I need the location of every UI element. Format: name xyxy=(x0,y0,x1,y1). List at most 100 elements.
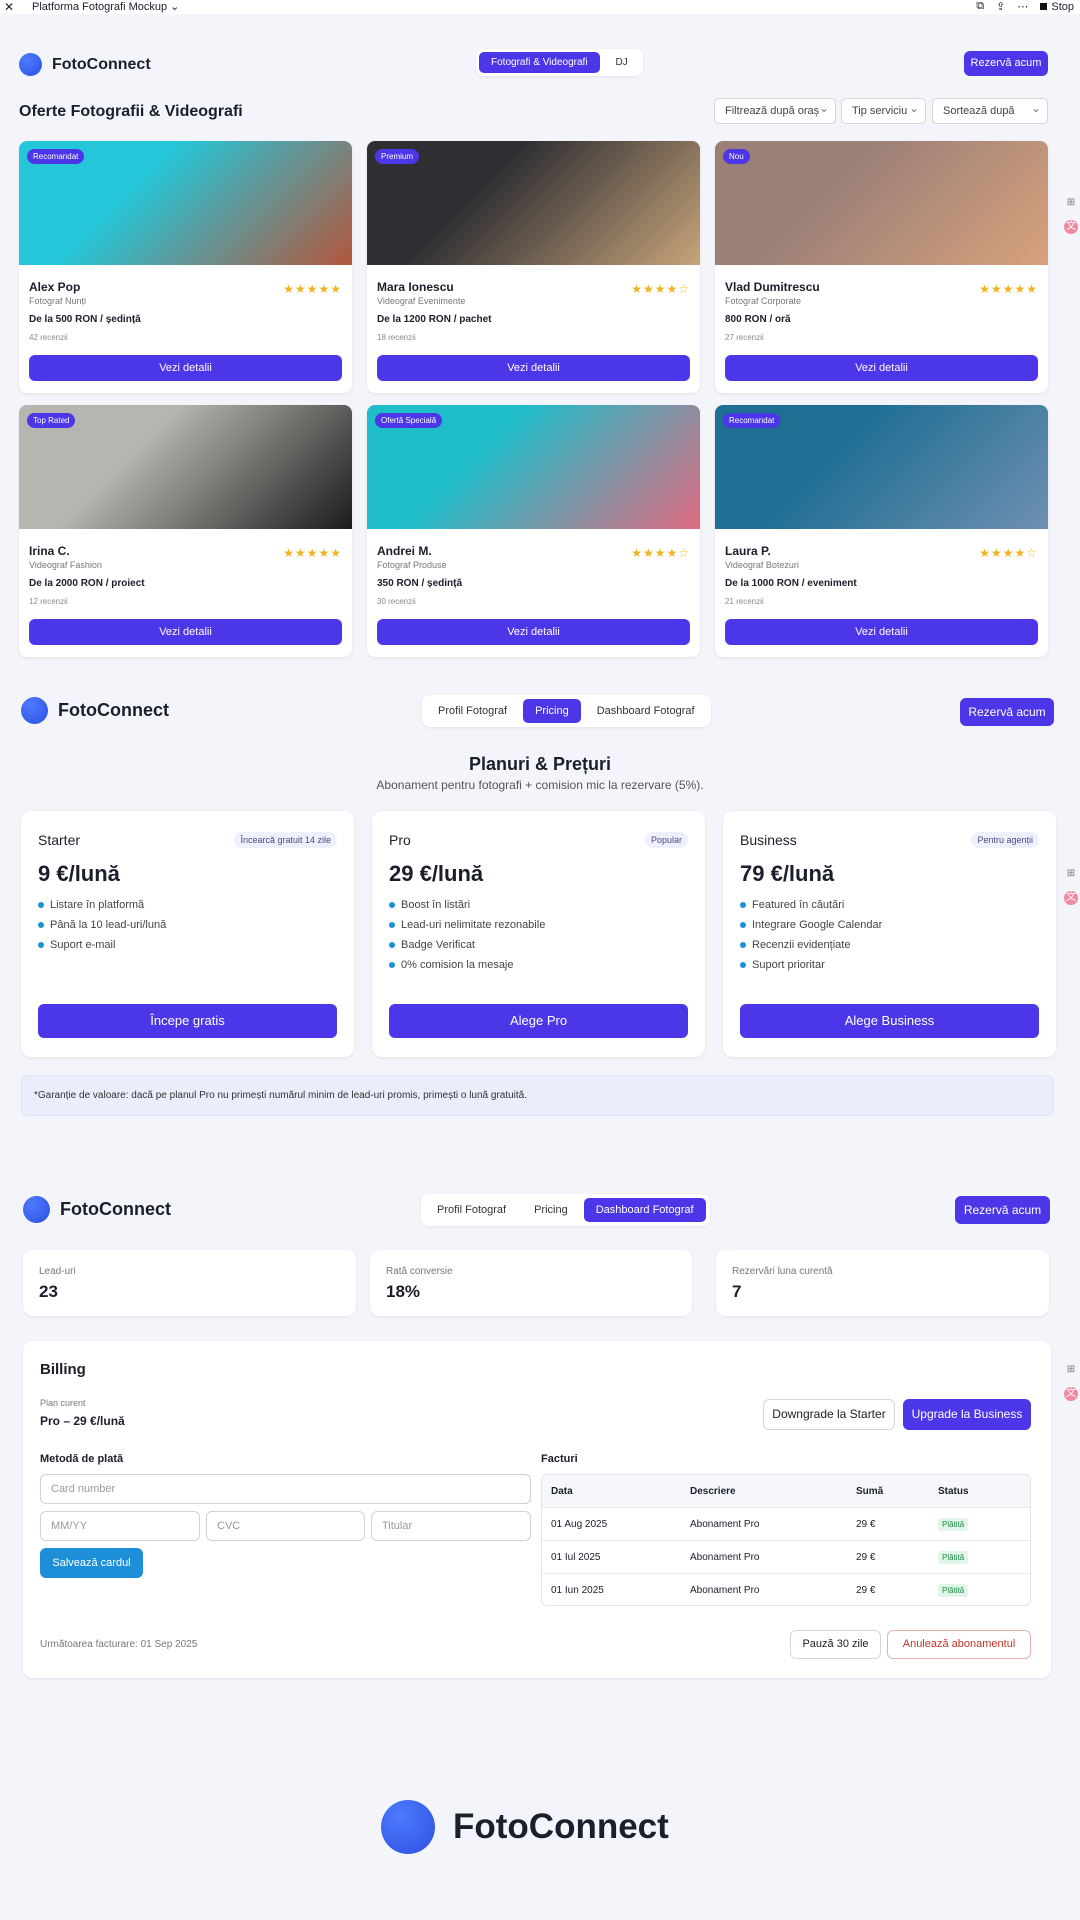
stat-label: Rezervări luna curentă xyxy=(732,1266,833,1277)
book-now-button[interactable]: Rezervă acum xyxy=(964,51,1048,76)
plan-price: 9 €/lună xyxy=(38,861,120,886)
close-icon[interactable]: ✕ xyxy=(4,0,14,14)
brand-logo[interactable]: FotoConnect xyxy=(19,53,151,76)
offer-card[interactable]: Recomandat Laura P. ★★★★☆ Videograf Botezur… xyxy=(715,405,1048,657)
view-details-button[interactable]: Vezi detalii xyxy=(29,355,342,381)
column-header: Descriere xyxy=(690,1486,736,1497)
table-cell: 01 Iun 2025 xyxy=(551,1585,604,1596)
view-details-button[interactable]: Vezi detalii xyxy=(725,619,1038,645)
offer-badge: Premium xyxy=(375,149,420,164)
offer-price: De la 1200 RON / pachet xyxy=(377,314,492,325)
plan-cta-button[interactable]: Alege Pro xyxy=(389,1004,688,1038)
save-card-button[interactable]: Salvează cardul xyxy=(40,1548,143,1578)
city-filter-select[interactable]: Filtrează după oraș xyxy=(714,96,836,124)
view-details-button[interactable]: Vezi detalii xyxy=(377,355,690,381)
translate-icon[interactable]: 文 xyxy=(1064,220,1078,234)
cvc-input[interactable]: CVC xyxy=(206,1511,365,1541)
share-icon[interactable]: ⇪ xyxy=(996,0,1005,13)
more-icon[interactable]: ⋯ xyxy=(1017,0,1028,13)
translate-icon[interactable]: 文 xyxy=(1064,1387,1078,1401)
tab-dj[interactable]: DJ xyxy=(604,52,640,73)
plan-feature: Boost în listări xyxy=(389,899,545,911)
logo-icon xyxy=(19,53,42,76)
tab-pricing[interactable]: Pricing xyxy=(523,699,581,723)
offer-card[interactable]: Premium Mara Ionescu ★★★★☆ Videograf Evenim… xyxy=(367,141,700,393)
sort-select[interactable]: Sortează după xyxy=(932,96,1048,124)
offer-photo[interactable] xyxy=(715,141,1048,265)
holder-input[interactable]: Titular xyxy=(371,1511,531,1541)
plan-cta-button[interactable]: Începe gratis xyxy=(38,1004,337,1038)
apps-icon[interactable]: ⊞ xyxy=(1064,1363,1078,1377)
tab-profile[interactable]: Profil Fotograf xyxy=(425,1198,518,1222)
view-details-button[interactable]: Vezi detalii xyxy=(725,355,1038,381)
copy-icon[interactable]: ⧉ xyxy=(976,0,984,13)
brand-name: FotoConnect xyxy=(52,55,151,73)
upgrade-button[interactable]: Upgrade la Business xyxy=(903,1399,1031,1430)
apps-icon[interactable]: ⊞ xyxy=(1064,867,1078,881)
plan-features: Listare în platformă Până la 10 lead-uri/… xyxy=(38,899,166,959)
offer-card[interactable]: Ofertă Specială Andrei M. ★★★★☆ Fotograf Pr… xyxy=(367,405,700,657)
offer-price: De la 2000 RON / proiect xyxy=(29,578,145,589)
rating-stars: ★★★★☆ xyxy=(631,546,690,560)
brand-name: FotoConnect xyxy=(453,1807,669,1846)
review-count: 12 recenzii xyxy=(29,597,68,606)
view-details-button[interactable]: Vezi detalii xyxy=(377,619,690,645)
pause-button[interactable]: Pauză 30 zile xyxy=(790,1630,881,1659)
plan-feature: Suport prioritar xyxy=(740,959,882,971)
photographer-name: Laura P. xyxy=(725,544,771,558)
invoices-table: Data Descriere Sumă Status 01 Aug 2025 Abonam… xyxy=(541,1474,1031,1606)
book-now-button[interactable]: Rezervă acum xyxy=(960,698,1054,726)
tab-photo-video[interactable]: Fotografi & Videografi xyxy=(479,52,600,73)
photographer-role: Fotograf Nunți xyxy=(29,296,87,306)
offer-price: 350 RON / ședință xyxy=(377,578,463,589)
brand-logo[interactable]: FotoConnect xyxy=(21,697,169,724)
side-tools: ⊞ 文 xyxy=(1062,867,1080,905)
plan-features: Boost în listări Lead-uri nelimitate rezo… xyxy=(389,899,545,979)
plan-name: Starter xyxy=(38,832,81,848)
window-titlebar: ✕ Platforma Fotografi Mockup ⌄ ⧉ ⇪ ⋯ Sto… xyxy=(0,0,1080,14)
table-cell: 01 Aug 2025 xyxy=(551,1519,608,1530)
offer-card[interactable]: Recomandat Alex Pop ★★★★★ Fotograf Nunți De … xyxy=(19,141,352,393)
plan-features: Featured în căutări Integrare Google Cale… xyxy=(740,899,882,979)
offer-card[interactable]: Top Rated Irina C. ★★★★★ Videograf Fashion D… xyxy=(19,405,352,657)
card-number-input[interactable]: Card number xyxy=(40,1474,531,1504)
photographer-role: Fotograf Corporate xyxy=(725,296,802,306)
plan-tag: Popular xyxy=(644,832,688,848)
offer-badge: Ofertă Specială xyxy=(375,413,443,428)
category-tabs: Fotografi & Videografi DJ xyxy=(476,49,643,76)
offer-price: De la 500 RON / ședință xyxy=(29,314,141,325)
review-count: 21 recenzii xyxy=(725,597,764,606)
billing-title: Billing xyxy=(40,1361,86,1378)
brand-logo[interactable]: FotoConnect xyxy=(23,1196,171,1223)
photographer-name: Mara Ionescu xyxy=(377,280,454,294)
expiry-input[interactable]: MM/YY xyxy=(40,1511,200,1541)
photographer-name: Vlad Dumitrescu xyxy=(725,280,820,294)
plan-cta-button[interactable]: Alege Business xyxy=(740,1004,1039,1038)
brand-name: FotoConnect xyxy=(60,1199,171,1219)
service-type-select[interactable]: Tip serviciu xyxy=(841,96,926,124)
stop-button[interactable]: Stop xyxy=(1040,1,1074,13)
cancel-subscription-button[interactable]: Anulează abonamentul xyxy=(887,1630,1031,1659)
book-now-button[interactable]: Rezervă acum xyxy=(955,1196,1050,1224)
view-details-button[interactable]: Vezi detalii xyxy=(29,619,342,645)
tab-dashboard[interactable]: Dashboard Fotograf xyxy=(585,699,707,723)
tab-profile[interactable]: Profil Fotograf xyxy=(426,699,519,723)
window-title-text: Platforma Fotografi Mockup xyxy=(32,1,168,13)
tab-dashboard[interactable]: Dashboard Fotograf xyxy=(583,1198,706,1222)
tab-pricing[interactable]: Pricing xyxy=(522,1198,580,1222)
downgrade-button[interactable]: Downgrade la Starter xyxy=(763,1399,895,1430)
plan-feature: Listare în platformă xyxy=(38,899,166,911)
logo-icon xyxy=(381,1800,435,1854)
window-title[interactable]: Platforma Fotografi Mockup ⌄ xyxy=(32,0,179,13)
offer-card[interactable]: Nou Vlad Dumitrescu ★★★★★ Fotograf Corporat… xyxy=(715,141,1048,393)
side-tools: ⊞ 文 xyxy=(1062,196,1080,234)
pricing-subtitle: Abonament pentru fotografi + comision mi… xyxy=(376,778,704,792)
review-count: 42 recenzii xyxy=(29,333,68,342)
plan-card-business: Business Pentru agenții 79 €/lună Featured … xyxy=(723,811,1056,1057)
stat-value: 18% xyxy=(386,1282,421,1301)
column-header: Status xyxy=(938,1486,969,1497)
stat-value: 7 xyxy=(732,1282,742,1301)
translate-icon[interactable]: 文 xyxy=(1064,891,1078,905)
stat-conversion: Rată conversie 18% xyxy=(370,1250,692,1316)
apps-icon[interactable]: ⊞ xyxy=(1064,196,1078,210)
